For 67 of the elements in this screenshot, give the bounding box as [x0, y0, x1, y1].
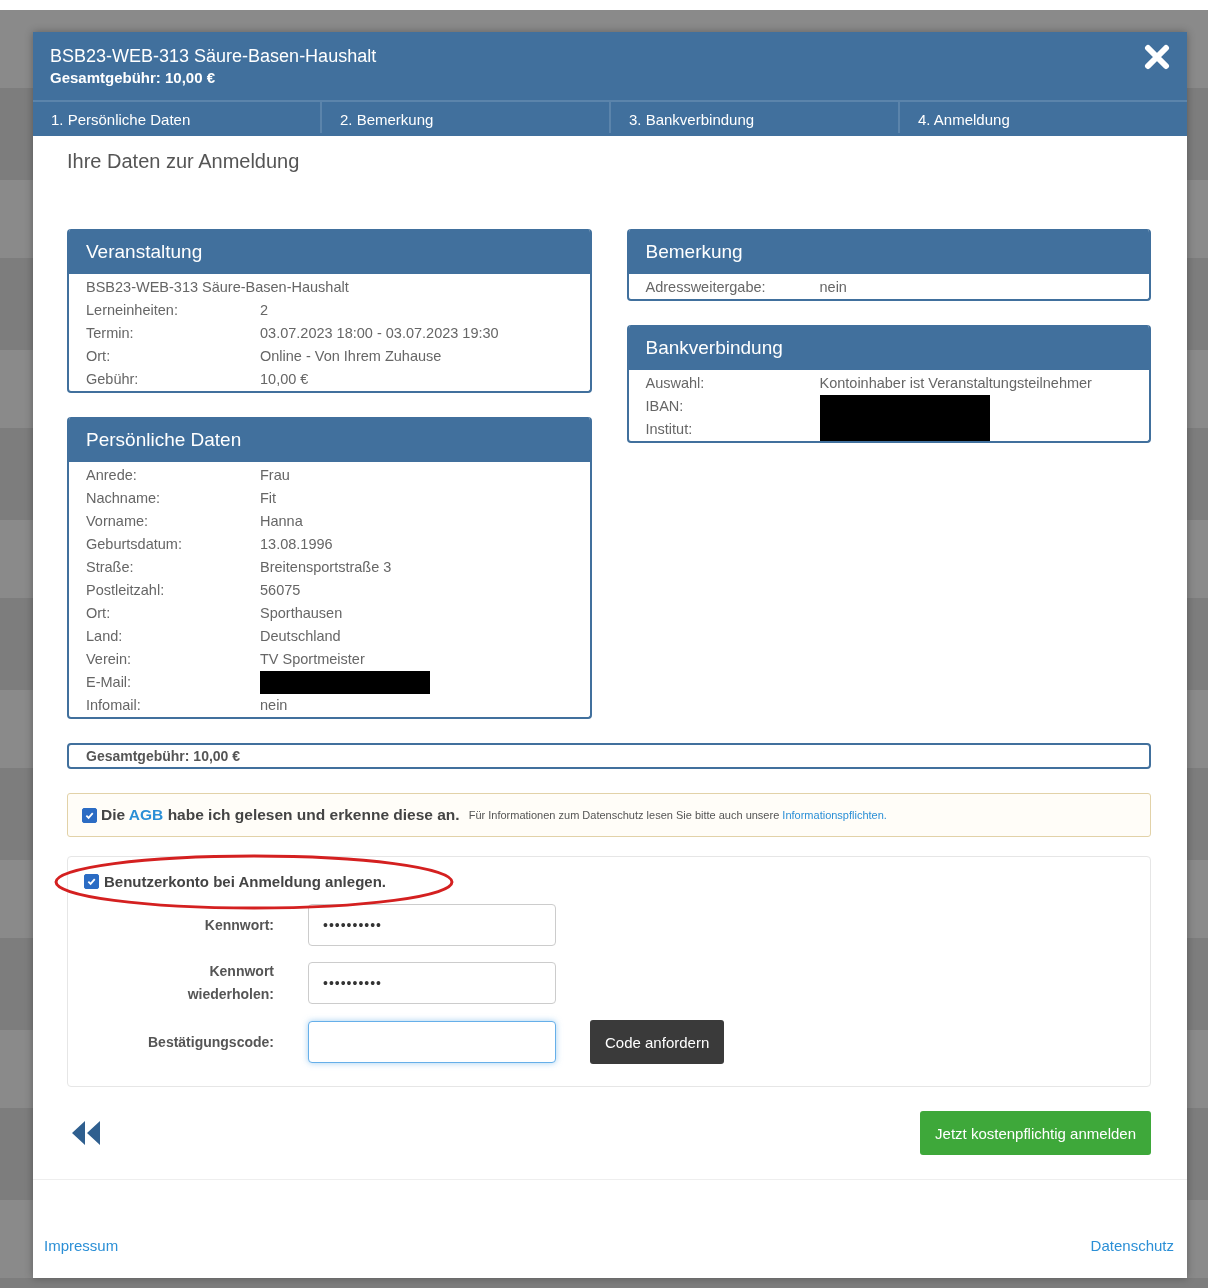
panel-header: Persönliche Daten — [69, 417, 590, 462]
dialog-subtitle: Gesamtgebühr: 10,00 € — [50, 69, 217, 86]
field-value: 03.07.2023 18:00 - 03.07.2023 19:30 — [260, 324, 500, 343]
field-label: Land: — [86, 627, 124, 646]
field-label: Straße: — [86, 558, 135, 577]
submit-button[interactable]: Jetzt kostenpflichtig anmelden — [920, 1111, 1151, 1155]
close-icon — [1144, 44, 1170, 70]
field-label: Nachname: — [86, 489, 162, 508]
input-field[interactable] — [308, 1021, 556, 1063]
field-label: Verein: — [86, 650, 133, 669]
field-label: E-Mail: — [86, 673, 133, 692]
field-value: Fit — [260, 489, 278, 508]
field-label: Vorname: — [86, 512, 150, 531]
close-button[interactable] — [1144, 44, 1170, 70]
privacy-note: Für Informationen zum Datenschutz lesen Sie bitte auch unsere Informationspflichten. — [468, 809, 887, 821]
field-value: 13.08.1996 — [260, 535, 334, 554]
check-icon — [87, 877, 96, 886]
field-label: Termin: — [86, 324, 135, 343]
field-label: Ort: — [86, 604, 112, 623]
field-label: Institut: — [645, 420, 694, 439]
form-label: Kennwort wiederholen: — [186, 962, 274, 1004]
field-label: Auswahl: — [645, 374, 706, 393]
terms-statement: Die AGB habe ich gelesen und erkenne diese an. — [101, 806, 460, 824]
form-label: Kennwort: — [204, 915, 274, 935]
field-label: Infomail: — [86, 696, 142, 715]
field-value: Kontoinhaber ist Veranstaltungsteilnehmer — [819, 374, 1093, 393]
field-value: 10,00 € — [260, 370, 310, 389]
check-icon — [85, 810, 94, 820]
field-label: Lerneinheiten: — [86, 301, 179, 320]
field-label: Anrede: — [86, 466, 138, 485]
section-heading: Ihre Daten zur Anmeldung — [67, 150, 301, 173]
field-value: TV Sportmeister — [260, 650, 366, 669]
input-field[interactable]: •••••••••• — [308, 904, 556, 946]
field-value: Sporthausen — [260, 604, 344, 623]
field-value: Frau — [260, 466, 291, 485]
account-label: Benutzerkonto bei Anmeldung anlegen. — [104, 873, 386, 890]
privacy-link[interactable]: Informationspflichten. — [782, 809, 887, 821]
terms-checkbox[interactable] — [82, 807, 97, 823]
dialog-title: BSB23-WEB-313 Säure-Basen-Haushalt — [50, 46, 377, 67]
terms-link[interactable]: AGB — [128, 806, 164, 823]
field-label: Postleitzahl: — [86, 581, 166, 600]
field-label: Gebühr: — [86, 370, 140, 389]
field-value: Breitensportstraße 3 — [260, 558, 393, 577]
field-value: 56075 — [260, 581, 302, 600]
field-label: Ort: — [86, 347, 112, 366]
field-value: Deutschland — [260, 627, 342, 646]
field-value: nein — [260, 696, 289, 715]
double-arrow-left-icon — [71, 1119, 101, 1147]
request-code-button[interactable]: Code anfordern — [590, 1020, 725, 1064]
panel-header: Veranstaltung — [69, 229, 590, 274]
field-label: IBAN: — [645, 397, 685, 416]
total-fee: Gesamtgebühr: 10,00 € — [67, 743, 1151, 769]
panel-header: Bemerkung — [628, 229, 1149, 274]
imprint-link[interactable]: Impressum — [44, 1237, 119, 1254]
field-label: Geburtsdatum: — [86, 535, 183, 554]
input-field[interactable]: •••••••••• — [308, 962, 556, 1004]
back-button[interactable] — [71, 1119, 101, 1147]
form-label: Bestätigungscode: — [148, 1032, 274, 1052]
field-value: Hanna — [260, 512, 304, 531]
account-checkbox[interactable] — [84, 874, 99, 889]
panel-header: Bankverbindung — [628, 325, 1149, 370]
privacy-policy-link[interactable]: Datenschutz — [1090, 1237, 1174, 1254]
field-label: Adressweitergabe: — [645, 278, 767, 297]
field-value: 2 — [260, 301, 270, 320]
field-value: Online - Von Ihrem Zuhause — [260, 347, 443, 366]
field-value: nein — [819, 278, 848, 297]
event-name: BSB23-WEB-313 Säure-Basen-Haushalt — [86, 278, 350, 297]
